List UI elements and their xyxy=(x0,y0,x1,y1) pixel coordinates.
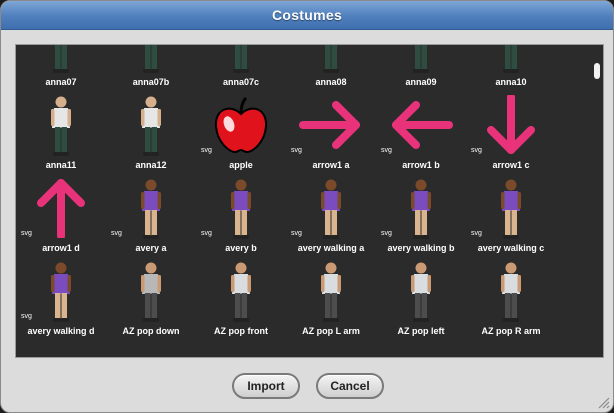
costume-label: anna12 xyxy=(135,160,167,170)
costume-item[interactable]: svg avery b xyxy=(196,175,286,257)
import-button[interactable]: Import xyxy=(232,373,300,399)
costume-label: arrow1 c xyxy=(492,160,530,170)
costume-label: avery walking a xyxy=(297,243,365,253)
costume-item[interactable]: svg avery walking c xyxy=(466,175,556,257)
cancel-button[interactable]: Cancel xyxy=(316,373,384,399)
costume-label: avery b xyxy=(225,243,257,253)
costume-label: apple xyxy=(229,160,253,170)
costume-label: anna07c xyxy=(222,77,260,87)
costume-label: AZ pop down xyxy=(122,326,180,336)
costume-thumbnail xyxy=(106,258,196,324)
costume-thumbnail xyxy=(466,258,556,324)
costume-label: arrow1 a xyxy=(312,160,350,170)
svg-badge: svg xyxy=(111,230,122,237)
costume-label: arrow1 b xyxy=(402,160,440,170)
costume-label: anna11 xyxy=(45,160,77,170)
costume-item[interactable]: svg arrow1 a xyxy=(286,92,376,174)
costume-label: arrow1 d xyxy=(42,243,80,253)
costume-item[interactable]: anna07c xyxy=(196,45,286,91)
costume-thumbnail xyxy=(376,258,466,324)
svg-badge: svg xyxy=(291,147,302,154)
costume-thumbnail xyxy=(286,45,376,75)
costume-item[interactable]: AZ pop L arm xyxy=(286,258,376,340)
scrollbar[interactable] xyxy=(594,63,600,79)
svg-badge: svg xyxy=(381,230,392,237)
costume-label: anna07 xyxy=(45,77,77,87)
costume-item[interactable]: svg arrow1 b xyxy=(376,92,466,174)
svg-badge: svg xyxy=(21,313,32,320)
costume-item[interactable]: svg avery walking a xyxy=(286,175,376,257)
svg-badge: svg xyxy=(201,147,212,154)
costume-thumbnail xyxy=(16,45,106,75)
costume-thumbnail xyxy=(286,258,376,324)
costume-thumbnail xyxy=(376,45,466,75)
costume-item[interactable]: anna12 xyxy=(106,92,196,174)
costume-item[interactable]: AZ pop down xyxy=(106,258,196,340)
svg-badge: svg xyxy=(201,230,212,237)
costume-item[interactable]: svg arrow1 d xyxy=(16,175,106,257)
costume-label: anna07b xyxy=(132,77,170,87)
costume-item[interactable]: anna07b xyxy=(106,45,196,91)
costume-item[interactable]: svg avery walking b xyxy=(376,175,466,257)
costume-label: anna08 xyxy=(315,77,347,87)
costume-item[interactable]: svg avery walking d xyxy=(16,258,106,340)
svg-badge: svg xyxy=(291,230,302,237)
costumes-dialog: Costumes anna07 anna07b anna07c anna08 anna0… xyxy=(0,0,614,413)
resize-handle-icon[interactable] xyxy=(596,395,610,409)
costume-item[interactable]: svg apple xyxy=(196,92,286,174)
costume-list[interactable]: anna07 anna07b anna07c anna08 anna09 anna10 an… xyxy=(15,44,604,358)
costume-item[interactable]: svg avery a xyxy=(106,175,196,257)
costume-item[interactable]: anna10 xyxy=(466,45,556,91)
costume-thumbnail xyxy=(16,92,106,158)
costume-thumbnail xyxy=(196,258,286,324)
costume-item[interactable]: AZ pop R arm xyxy=(466,258,556,340)
costume-label: AZ pop L arm xyxy=(302,326,360,336)
costume-label: avery walking d xyxy=(27,326,95,336)
dialog-title: Costumes xyxy=(1,1,613,30)
costume-item[interactable]: svg arrow1 c xyxy=(466,92,556,174)
svg-badge: svg xyxy=(381,147,392,154)
svg-badge: svg xyxy=(21,230,32,237)
costume-thumbnail xyxy=(106,92,196,158)
costume-item[interactable]: anna07 xyxy=(16,45,106,91)
costume-item[interactable]: AZ pop left xyxy=(376,258,466,340)
costume-label: avery walking b xyxy=(387,243,455,253)
costume-label: anna09 xyxy=(405,77,437,87)
costume-label: AZ pop front xyxy=(214,326,268,336)
svg-badge: svg xyxy=(471,230,482,237)
costume-item[interactable]: anna09 xyxy=(376,45,466,91)
costume-item[interactable]: anna08 xyxy=(286,45,376,91)
costume-item[interactable]: anna11 xyxy=(16,92,106,174)
costume-label: avery a xyxy=(135,243,167,253)
costume-thumbnail xyxy=(106,45,196,75)
costume-thumbnail xyxy=(196,45,286,75)
costume-label: avery walking c xyxy=(477,243,545,253)
costume-label: anna10 xyxy=(495,77,527,87)
costume-thumbnail xyxy=(466,45,556,75)
costume-label: AZ pop left xyxy=(397,326,445,336)
costume-label: AZ pop R arm xyxy=(481,326,541,336)
svg-badge: svg xyxy=(471,147,482,154)
costume-item[interactable]: AZ pop front xyxy=(196,258,286,340)
